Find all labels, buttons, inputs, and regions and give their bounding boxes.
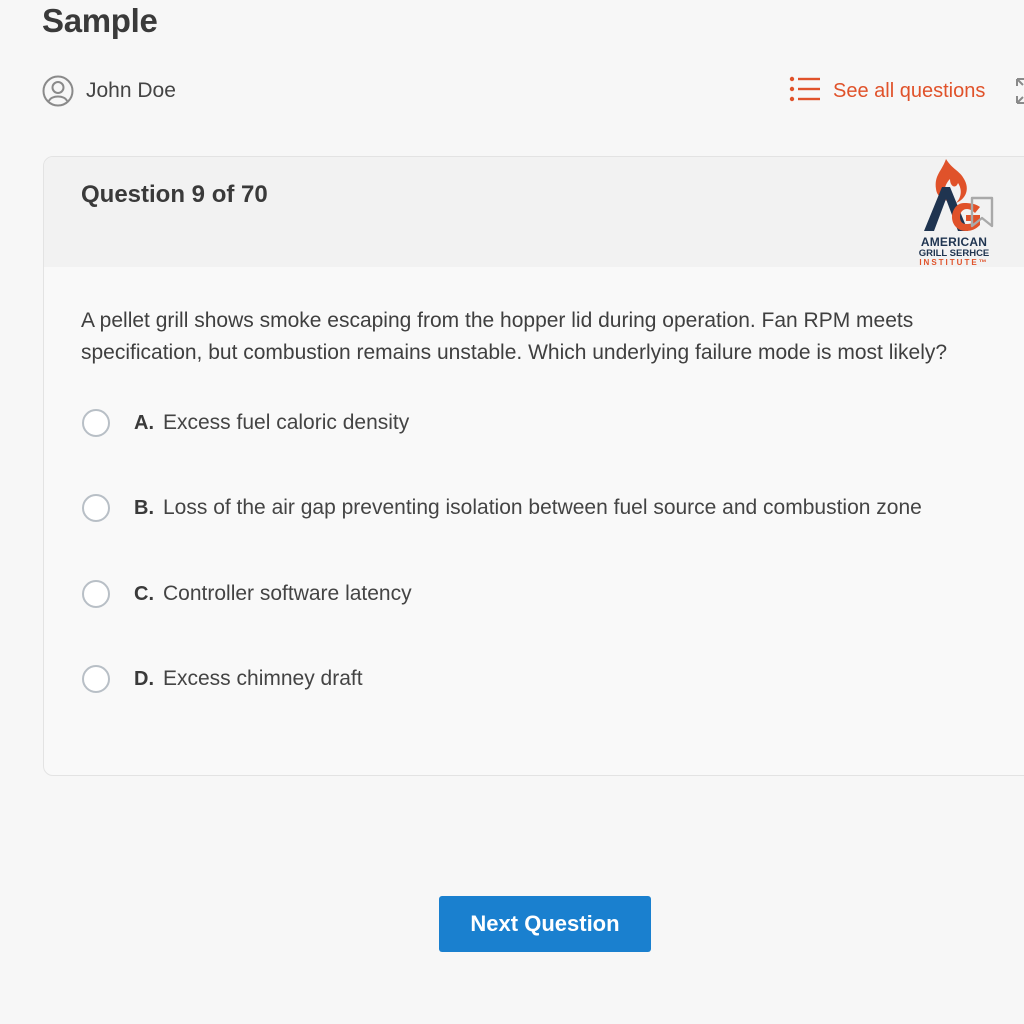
user-circle-icon xyxy=(42,75,74,107)
question-card-header xyxy=(44,157,1024,267)
radio-button[interactable] xyxy=(82,409,110,437)
logo-line-1: AMERICAN xyxy=(920,235,988,249)
user-name: John Doe xyxy=(86,79,176,102)
option-letter: C. xyxy=(134,582,154,605)
option-c[interactable]: C. Controller software latency xyxy=(82,577,412,611)
option-text: Controller software latency xyxy=(163,582,412,605)
expand-icon[interactable] xyxy=(1014,76,1024,106)
app-title: Sample xyxy=(42,2,158,39)
option-letter: D. xyxy=(134,667,154,690)
option-letter: B. xyxy=(134,496,154,519)
next-question-button[interactable]: Next Question xyxy=(439,896,651,952)
question-counter: Question 9 of 70 xyxy=(81,181,268,208)
radio-button[interactable] xyxy=(82,665,110,693)
list-icon xyxy=(789,76,821,107)
quiz-page: Sample John Doe See all questions Questi… xyxy=(0,0,1024,1024)
option-a[interactable]: A. Excess fuel caloric density xyxy=(82,406,409,440)
see-all-questions-label: See all questions xyxy=(833,79,986,102)
option-letter: A. xyxy=(134,411,154,434)
option-d[interactable]: D. Excess chimney draft xyxy=(82,662,363,696)
option-text: Excess fuel caloric density xyxy=(163,411,410,434)
radio-button[interactable] xyxy=(82,580,110,608)
user-info: John Doe xyxy=(42,74,176,108)
radio-button[interactable] xyxy=(82,494,110,522)
option-b[interactable]: B. Loss of the air gap preventing isolat… xyxy=(82,491,922,525)
question-card: Question 9 of 70 AMERICAN GRILL SERHCE I… xyxy=(43,156,1024,776)
question-text: A pellet grill shows smoke escaping from… xyxy=(81,309,948,364)
option-text: Loss of the air gap preventing isolation… xyxy=(163,496,922,519)
option-text: Excess chimney draft xyxy=(163,667,363,690)
bookmark-icon[interactable] xyxy=(968,195,996,229)
logo-line-3: INSTITUTE™ xyxy=(919,258,989,267)
see-all-questions-link[interactable]: See all questions xyxy=(789,76,985,106)
